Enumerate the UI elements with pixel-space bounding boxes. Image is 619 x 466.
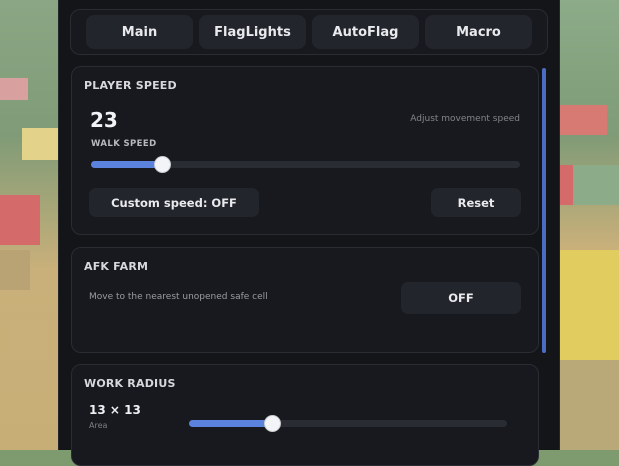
tab-autoflag[interactable]: AutoFlag	[312, 15, 419, 49]
walk-speed-slider-handle[interactable]	[154, 156, 171, 173]
work-radius-title: WORK RADIUS	[84, 377, 176, 390]
speed-hint: Adjust movement speed	[410, 114, 520, 124]
script-hub-panel: Main FlagLights AutoFlag Macro PLAYER SP…	[58, 0, 560, 466]
afk-farm-toggle-button[interactable]: OFF	[401, 282, 521, 314]
tab-main[interactable]: Main	[86, 15, 193, 49]
work-radius-slider-handle[interactable]	[264, 415, 281, 432]
work-radius-card: WORK RADIUS 13 × 13 Area	[71, 364, 539, 466]
tab-flaglights[interactable]: FlagLights	[199, 15, 306, 49]
custom-speed-toggle-button[interactable]: Custom speed: OFF	[89, 188, 259, 217]
player-speed-title: PLAYER SPEED	[84, 79, 177, 92]
work-radius-value: 13 × 13	[89, 403, 141, 417]
work-radius-slider-fill	[189, 420, 272, 427]
walk-speed-label: WALK SPEED	[91, 139, 157, 149]
afk-farm-description: Move to the nearest unopened safe cell	[89, 292, 268, 302]
speed-value: 23	[90, 108, 118, 132]
game-board-left	[0, 0, 60, 450]
reset-button[interactable]: Reset	[431, 188, 521, 217]
afk-farm-title: AFK FARM	[84, 260, 149, 273]
player-speed-card: PLAYER SPEED 23 Adjust movement speed WA…	[71, 66, 539, 235]
tab-macro[interactable]: Macro	[425, 15, 532, 49]
tab-bar: Main FlagLights AutoFlag Macro	[70, 9, 548, 55]
scrollbar[interactable]	[542, 68, 546, 353]
game-board-right	[557, 0, 619, 450]
work-radius-slider[interactable]	[189, 415, 507, 432]
walk-speed-slider[interactable]	[91, 156, 520, 173]
work-radius-area-label: Area	[89, 421, 108, 430]
walk-speed-slider-fill	[91, 161, 162, 168]
afk-farm-card: AFK FARM Move to the nearest unopened sa…	[71, 247, 539, 353]
